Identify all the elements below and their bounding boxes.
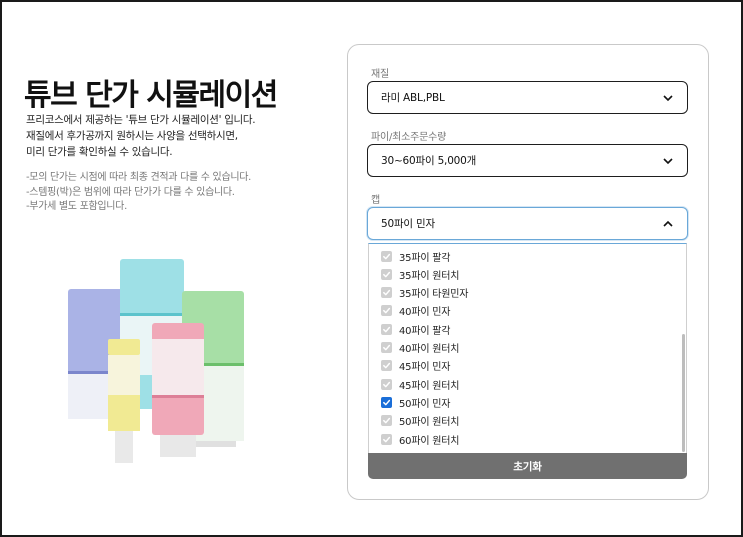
note-line: -모의 단가는 시점에 따라 최종 견적과 다를 수 있습니다.	[26, 172, 252, 183]
cap-option[interactable]: 35파이 타원민자	[381, 284, 469, 302]
cap-option[interactable]: 45파이 민자	[381, 357, 451, 375]
intro-line: 프리코스에서 제공하는 '튜브 단가 시뮬레이션' 입니다.	[26, 114, 256, 126]
diameter-moq-select-value: 30~60파이 5,000개	[381, 155, 477, 167]
cap-option-label: 50파이 원터치	[399, 417, 460, 429]
checkbox-icon[interactable]	[381, 268, 392, 280]
intro-line: 재질에서 후가공까지 원하시는 사양을 선택하시면,	[26, 130, 238, 142]
notes: -모의 단가는 시점에 따라 최종 견적과 다를 수 있습니다. -스템핑(박)…	[26, 171, 326, 215]
checkbox-icon[interactable]	[381, 250, 392, 262]
cap-option-label: 45파이 원터치	[399, 380, 460, 392]
tube-products-image	[68, 259, 244, 463]
checkbox-icon[interactable]	[381, 433, 392, 445]
chevron-up-icon	[662, 218, 674, 230]
checkbox-icon[interactable]	[381, 287, 392, 299]
cap-option[interactable]: 60파이 원터치	[381, 430, 460, 448]
checkbox-icon[interactable]	[381, 342, 392, 353]
dropdown-scrollbar[interactable]	[682, 334, 685, 452]
cap-option-label: 35파이 원터치	[399, 270, 460, 282]
checkbox-icon[interactable]	[381, 360, 392, 372]
checkbox-icon[interactable]	[381, 323, 392, 335]
tube-yellow	[108, 339, 140, 463]
cap-option[interactable]: 40파이 원터치	[381, 339, 460, 357]
checkbox-icon[interactable]	[381, 415, 392, 427]
cap-select-value: 50파이 민자	[381, 218, 435, 230]
material-select-value: 라미 ABL,PBL	[381, 92, 445, 104]
cap-option[interactable]: 50파이 민자	[381, 393, 451, 411]
cap-option-label: 40파이 팔각	[399, 325, 451, 337]
cap-options-list[interactable]: 35파이 팔각 35파이 원터치 35파이 타원민자 40파이 민자 40파이 팔각 40…	[368, 243, 687, 455]
cap-option[interactable]: 35파이 팔각	[381, 247, 451, 265]
chevron-down-icon	[662, 92, 674, 104]
material-select[interactable]: 라미 ABL,PBL	[367, 81, 688, 114]
checkbox-icon[interactable]	[381, 378, 392, 390]
diameter-moq-select[interactable]: 30~60파이 5,000개	[367, 144, 688, 177]
intro-text: 프리코스에서 제공하는 '튜브 단가 시뮬레이션' 입니다. 재질에서 후가공까…	[26, 112, 326, 160]
material-label: 재질	[371, 69, 389, 80]
cap-option[interactable]: 50파이 원터치	[381, 412, 460, 430]
cap-option[interactable]: 35파이 원터치	[381, 265, 460, 283]
checkbox-checked-icon[interactable]	[381, 396, 392, 408]
cap-option-label: 40파이 민자	[399, 307, 451, 319]
note-line: -부가세 별도 포함입니다.	[26, 201, 127, 212]
intro-line: 미리 단가를 확인하실 수 있습니다.	[26, 146, 173, 158]
cap-select[interactable]: 50파이 민자	[367, 207, 688, 240]
cap-option-label: 35파이 팔각	[399, 252, 451, 264]
note-line: -스템핑(박)은 범위에 따라 단가가 다를 수 있습니다.	[26, 186, 235, 198]
cap-option-label: 45파이 민자	[399, 362, 451, 374]
cap-option[interactable]: 45파이 원터치	[381, 375, 460, 393]
cap-label: 캡	[371, 195, 380, 206]
cap-option-label: 40파이 원터치	[399, 344, 460, 355]
diameter-moq-label: 파이/최소주문수량	[371, 132, 447, 143]
checkbox-icon[interactable]	[381, 305, 392, 317]
page-title: 튜브 단가 시뮬레이션	[24, 78, 278, 113]
reset-button[interactable]: 초기화	[368, 453, 687, 479]
cap-option-label: 60파이 원터치	[399, 435, 460, 447]
cap-option[interactable]: 40파이 민자	[381, 302, 451, 320]
cap-option-label: 35파이 타원민자	[399, 289, 469, 301]
cap-option-label: 50파이 민자	[399, 398, 451, 410]
cap-option[interactable]: 40파이 팔각	[381, 320, 451, 338]
chevron-down-icon	[662, 155, 674, 167]
